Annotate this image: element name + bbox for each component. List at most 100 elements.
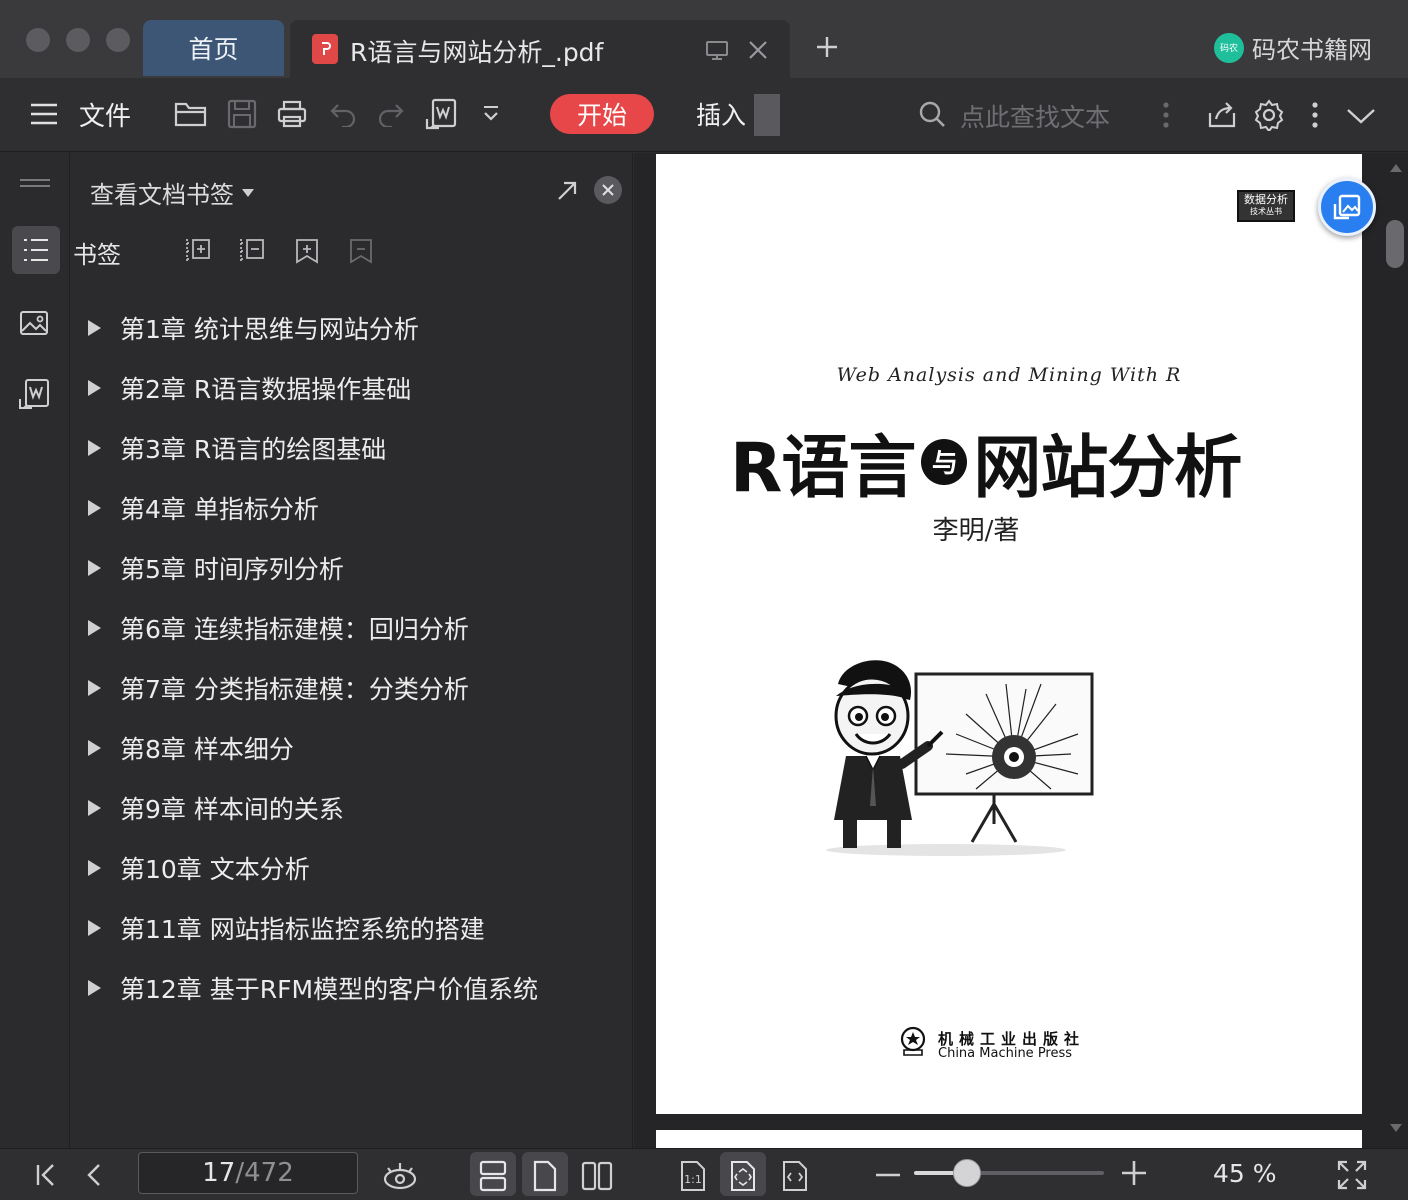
fullscreen-icon[interactable] (1334, 1157, 1370, 1193)
share-icon[interactable] (1204, 96, 1240, 132)
bookmark-item-ch6[interactable]: 第6章 连续指标建模：回归分析 (71, 598, 631, 658)
thumbnails-image-icon[interactable] (16, 305, 52, 341)
vertical-scrollbar-thumb[interactable] (1386, 220, 1404, 268)
close-tab-icon[interactable] (744, 36, 772, 64)
file-menu[interactable]: 文件 (79, 96, 131, 133)
bookmark-item-ch7[interactable]: 第7章 分类指标建模：分类分析 (71, 658, 631, 718)
previous-page-icon[interactable] (80, 1161, 108, 1189)
brand-logo-icon: 码农 (1214, 32, 1244, 63)
screen-capture-fab[interactable] (1318, 178, 1376, 236)
svg-text:1:1: 1:1 (684, 1173, 702, 1186)
eye-read-mode-icon[interactable] (380, 1155, 420, 1195)
expand-arrow-icon[interactable] (88, 620, 101, 636)
bookmark-item-ch10[interactable]: 第10章 文本分析 (71, 838, 631, 898)
bookmark-title: 第5章 时间序列分析 (120, 555, 344, 584)
first-page-icon[interactable] (32, 1161, 60, 1189)
new-bookmark-icon[interactable] (291, 235, 323, 267)
bookmark-item-ch5[interactable]: 第5章 时间序列分析 (71, 538, 631, 598)
expand-arrow-icon[interactable] (88, 860, 101, 876)
export-word-icon[interactable] (422, 94, 460, 134)
window-minimize-dot[interactable] (66, 28, 90, 52)
more-dropdown-icon[interactable] (478, 100, 504, 128)
ribbon-scroll-right[interactable] (754, 94, 780, 136)
bookmarks-panel-icon[interactable] (12, 226, 60, 274)
zoom-slider-thumb[interactable] (953, 1159, 982, 1187)
zoom-slider[interactable] (914, 1159, 1104, 1187)
bookmark-title: 第8章 样本细分 (120, 735, 294, 764)
bookmark-item-ch12[interactable]: 第12章 基于RFM模型的客户价值系统 (71, 958, 631, 1018)
total-pages: /472 (235, 1158, 294, 1188)
next-pdf-page (656, 1130, 1362, 1150)
expand-arrow-icon[interactable] (88, 920, 101, 936)
side-icon-strip (0, 153, 70, 1148)
capture-image-icon (1332, 192, 1362, 222)
panel-title-dropdown[interactable]: 查看文档书签 (90, 175, 254, 210)
add-bookmark-icon[interactable] (183, 235, 215, 267)
fit-width-icon[interactable] (776, 1157, 814, 1195)
bookmark-title: 第1章 统计思维与网站分析 (120, 315, 419, 344)
screen-share-icon[interactable] (704, 38, 730, 64)
two-page-icon[interactable] (578, 1157, 616, 1195)
actual-size-icon[interactable]: 1:1 (674, 1157, 712, 1195)
remove-bookmark-icon[interactable] (237, 235, 269, 267)
series-badge: 数据分析 技术丛书 (1237, 190, 1295, 222)
pdf-page: 数据分析 技术丛书 Web Analysis and Mining With R… (656, 154, 1362, 1114)
bookmark-item-ch1[interactable]: 第1章 统计思维与网站分析 (71, 298, 631, 358)
save-icon[interactable] (224, 96, 260, 132)
overflow-menu-icon[interactable] (1305, 98, 1325, 132)
expand-arrow-icon[interactable] (88, 980, 101, 996)
more-vertical-icon[interactable] (1156, 98, 1176, 132)
zoom-in-icon[interactable] (1120, 1159, 1148, 1187)
title-bar: 首页 R语言与网站分析_.pdf 码农 码农书籍网 (0, 0, 1408, 78)
site-brand: 码农 码农书籍网 (1214, 30, 1372, 65)
bookmark-item-ch8[interactable]: 第8章 样本细分 (71, 718, 631, 778)
search-input[interactable]: 点此查找文本 (960, 98, 1110, 134)
page-number-input[interactable]: 17 /472 (138, 1152, 358, 1194)
book-title-left: R语言 (730, 429, 916, 508)
expand-arrow-icon[interactable] (88, 320, 101, 336)
bookmark-item-ch11[interactable]: 第11章 网站指标监控系统的搭建 (71, 898, 631, 958)
tab-start-label: 开始 (576, 101, 627, 130)
hamburger-menu-icon[interactable] (28, 98, 60, 130)
bookmark-title: 第12章 基于RFM模型的客户价值系统 (120, 975, 539, 1004)
expand-arrow-icon[interactable] (88, 500, 101, 516)
bookmark-title: 第2章 R语言数据操作基础 (120, 375, 412, 404)
bookmark-item-ch9[interactable]: 第9章 样本间的关系 (71, 778, 631, 838)
single-page-icon[interactable] (526, 1157, 564, 1195)
convert-word-icon[interactable] (15, 375, 53, 413)
expand-arrow-icon[interactable] (88, 560, 101, 576)
open-folder-icon[interactable] (172, 96, 210, 132)
tab-start[interactable]: 开始 (550, 94, 654, 134)
tab-document[interactable]: R语言与网站分析_.pdf (290, 20, 790, 78)
scroll-down-arrow-icon[interactable] (1388, 1122, 1404, 1134)
new-tab-plus-icon[interactable] (812, 32, 842, 62)
expand-arrow-icon[interactable] (88, 800, 101, 816)
continuous-scroll-icon[interactable] (474, 1157, 512, 1195)
scroll-up-arrow-icon[interactable] (1388, 162, 1404, 174)
window-zoom-dot[interactable] (106, 28, 130, 52)
publisher-logo-icon (898, 1026, 928, 1056)
zoom-out-icon[interactable] (874, 1161, 902, 1189)
tab-document-title: R语言与网站分析_.pdf (350, 38, 604, 67)
tab-insert[interactable]: 插入 (696, 96, 746, 132)
zoom-level[interactable]: 45 % (1213, 1159, 1277, 1188)
print-icon[interactable] (274, 96, 310, 132)
expand-arrow-icon[interactable] (88, 380, 101, 396)
redo-icon[interactable] (374, 96, 408, 132)
settings-gear-icon[interactable] (1250, 96, 1288, 134)
pop-out-arrow-icon[interactable] (553, 177, 581, 205)
chevron-down-icon[interactable] (1344, 102, 1378, 130)
bookmark-item-ch3[interactable]: 第3章 R语言的绘图基础 (71, 418, 631, 478)
tab-home[interactable]: 首页 (143, 20, 284, 76)
expand-arrow-icon[interactable] (88, 740, 101, 756)
close-panel-icon[interactable] (594, 176, 622, 204)
expand-arrow-icon[interactable] (88, 680, 101, 696)
bookmark-item-ch2[interactable]: 第2章 R语言数据操作基础 (71, 358, 631, 418)
fit-page-icon[interactable] (724, 1157, 762, 1195)
collapse-panel-icon[interactable] (18, 175, 52, 191)
undo-icon[interactable] (326, 96, 360, 132)
bookmark-item-ch4[interactable]: 第4章 单指标分析 (71, 478, 631, 538)
window-close-dot[interactable] (26, 28, 50, 52)
delete-bookmark-icon[interactable] (345, 235, 377, 267)
expand-arrow-icon[interactable] (88, 440, 101, 456)
